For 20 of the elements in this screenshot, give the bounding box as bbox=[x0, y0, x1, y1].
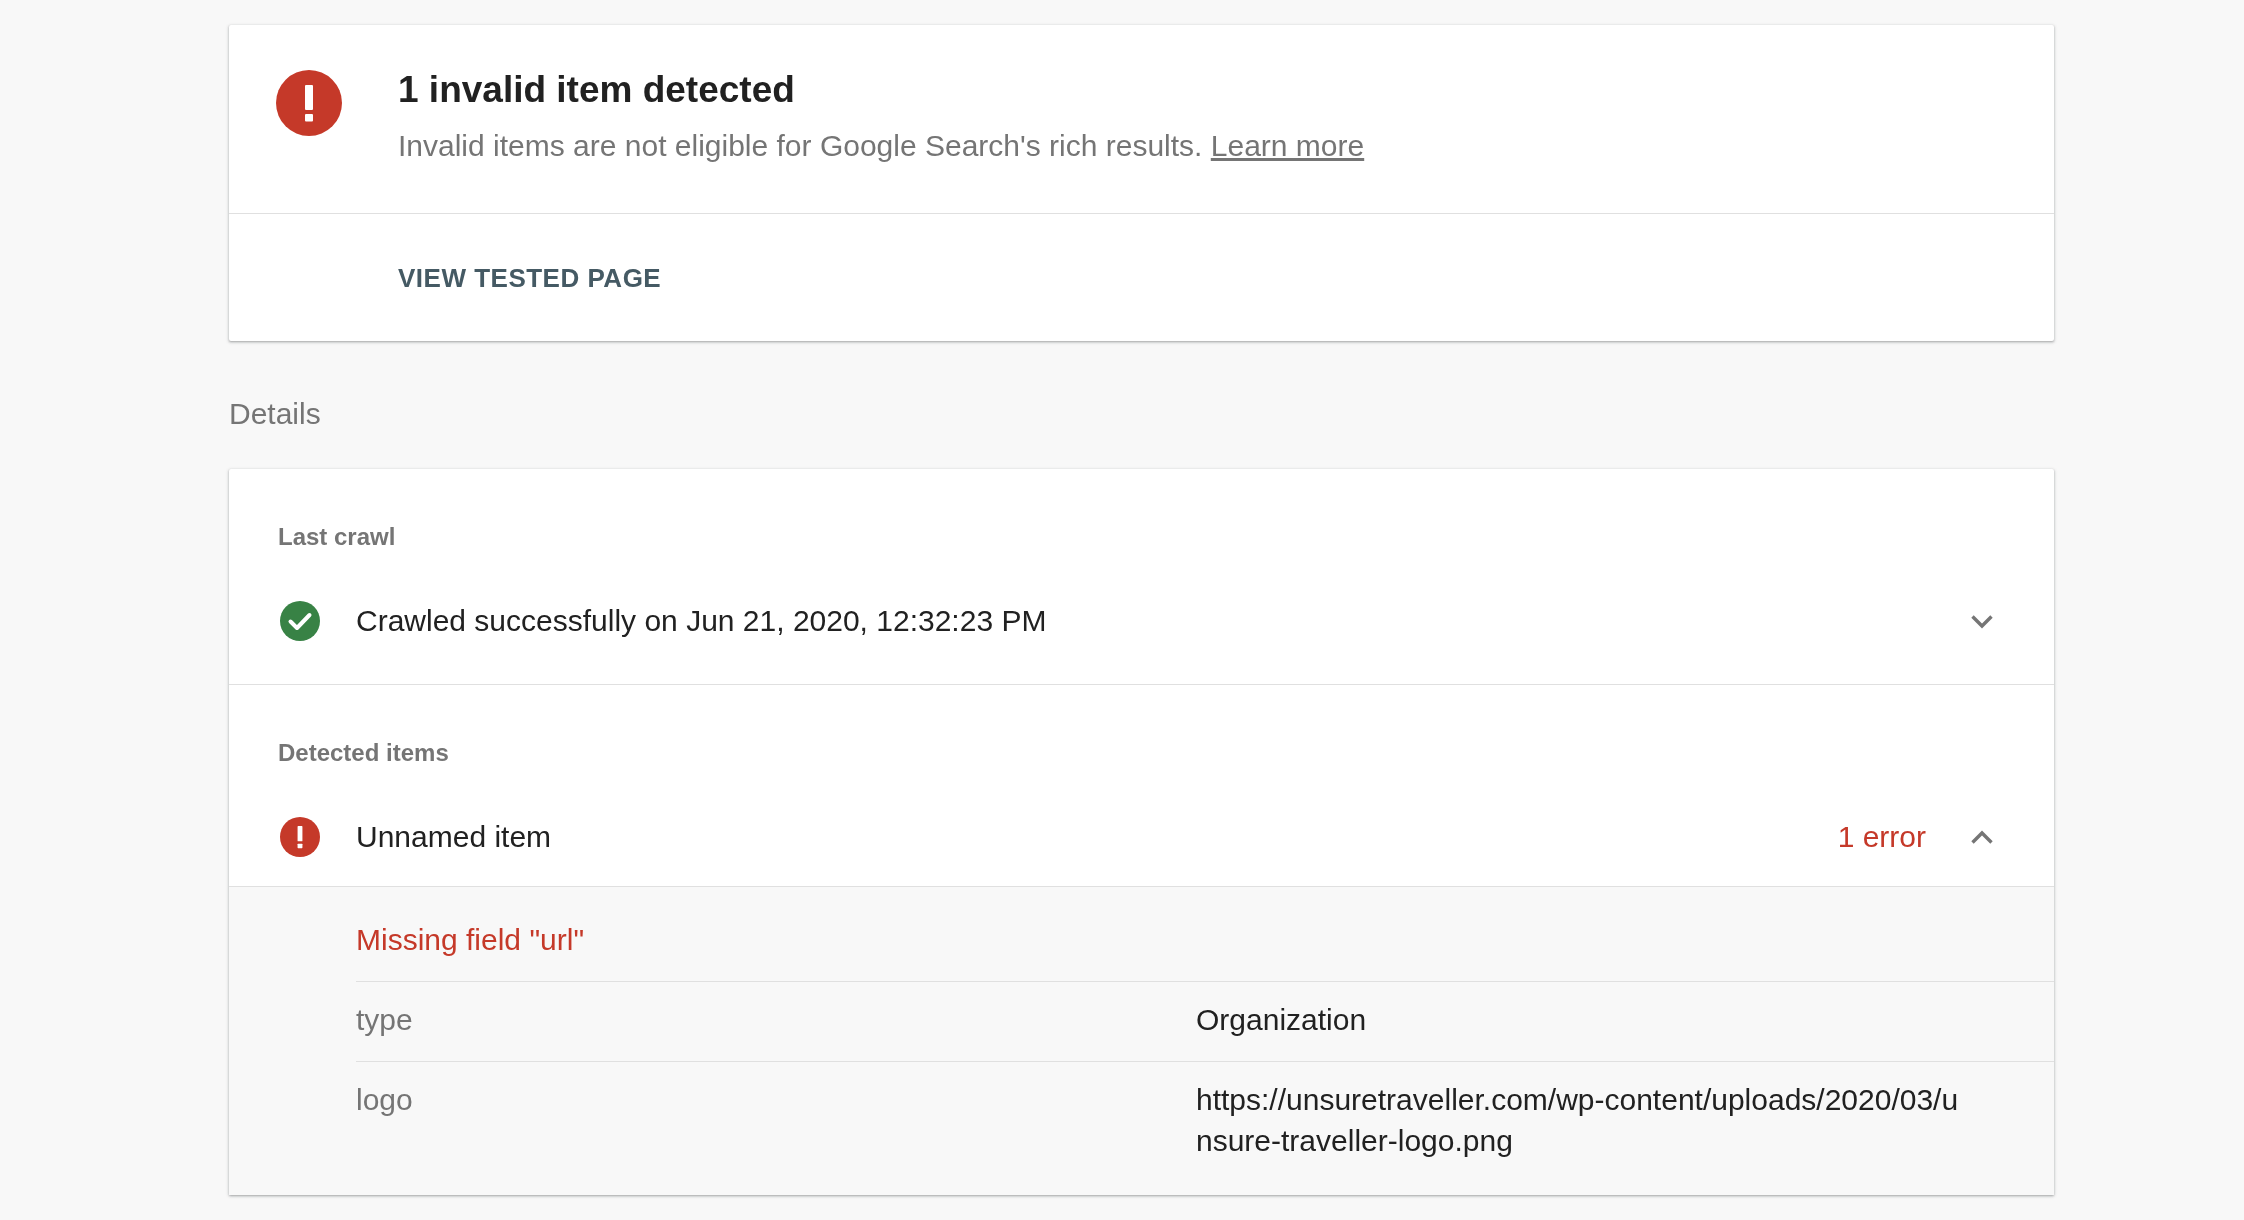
check-circle-icon bbox=[280, 601, 320, 641]
field-name: logo bbox=[356, 1082, 414, 1118]
summary-title: 1 invalid item detected bbox=[398, 68, 796, 112]
section-label: Detected items bbox=[278, 738, 450, 768]
exclamation-circle-icon bbox=[280, 817, 320, 857]
row-text: Crawled successfully on Jun 21, 2020, 12:32:23 PM bbox=[356, 603, 1048, 639]
section-label: Last crawl bbox=[278, 522, 397, 552]
row-text: Unnamed item bbox=[356, 819, 553, 855]
field-value: https://unsuretraveller.com/wp-content/uploads/2020/03/unsure-traveller-logo.png bbox=[1196, 1082, 1960, 1159]
error-count: 1 error bbox=[1837, 819, 1926, 855]
summary-description: Invalid items are not eligible for Google Search's rich results. Learn more bbox=[398, 128, 1365, 164]
exclamation-circle-icon bbox=[276, 70, 342, 136]
chevron-down-icon[interactable] bbox=[1970, 613, 1994, 629]
error-message: Missing field "url" bbox=[356, 922, 586, 958]
field-name: type bbox=[356, 1002, 414, 1038]
view-tested-page-button[interactable]: VIEW TESTED PAGE bbox=[398, 259, 662, 296]
learn-more-link[interactable]: Learn more bbox=[1210, 129, 1365, 162]
field-value: Organization bbox=[1196, 1002, 1368, 1038]
chevron-up-icon[interactable] bbox=[1970, 829, 1994, 845]
details-heading: Details bbox=[229, 396, 322, 432]
